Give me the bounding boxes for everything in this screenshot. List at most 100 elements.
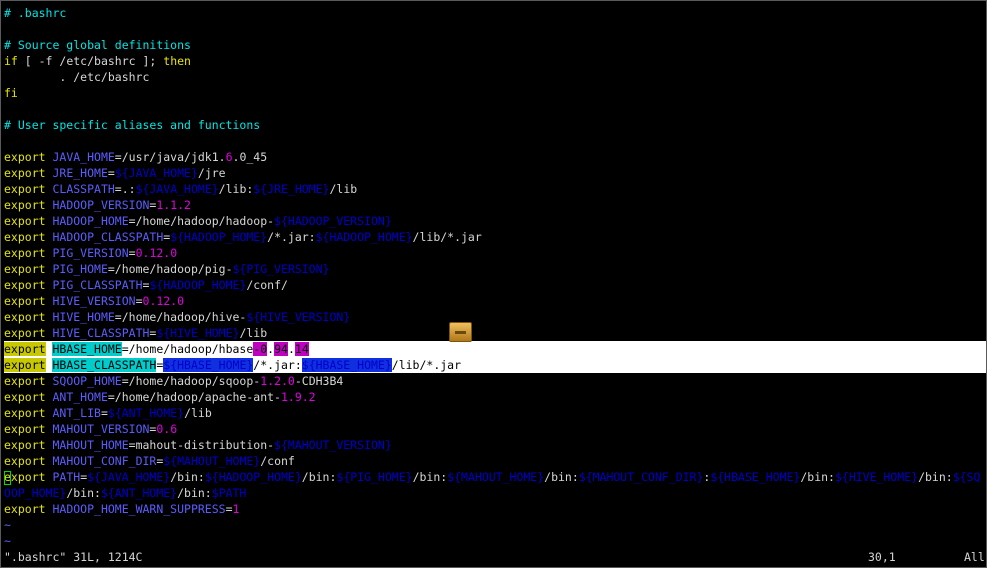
code-token-kw: export xyxy=(4,358,46,372)
code-line[interactable]: export JAVA_HOME=/usr/java/jdk1.6.0_45 xyxy=(4,149,986,165)
code-token-sym: =.: xyxy=(114,182,136,196)
code-line[interactable]: # Source global definitions xyxy=(4,37,986,53)
code-line[interactable]: . /etc/bashrc xyxy=(4,69,986,85)
code-token-kw: export xyxy=(4,198,46,212)
code-token-num: 1.9.2 xyxy=(280,390,316,404)
code-token-sym: =/home/hadoop/apache-ant- xyxy=(107,390,281,404)
code-token-id: MAHOUT_HOME xyxy=(52,438,129,452)
code-line[interactable]: export HIVE_HOME=/home/hadoop/hive-${HIV… xyxy=(4,309,986,325)
highlighted-code-line[interactable]: export HBASE_HOME=/home/hadoop/hbase-0.9… xyxy=(4,341,986,357)
code-token-id: HIVE_HOME xyxy=(52,310,115,324)
code-token-var: ${ANT_HOME} xyxy=(107,406,185,420)
code-line[interactable]: export MAHOUT_CONF_DIR=${MAHOUT_HOME}/co… xyxy=(4,453,986,469)
code-token-var: ${SQ xyxy=(952,470,981,484)
code-token-sym: = xyxy=(100,406,108,420)
code-token-var: ${PIG_VERSION} xyxy=(232,262,330,276)
code-token-kw: export xyxy=(4,214,46,228)
code-token-sym: . /etc/bashrc xyxy=(4,70,150,84)
code-token-sym: =/home/hadoop/sqoop- xyxy=(121,374,261,388)
code-line[interactable]: export SQOOP_HOME=/home/hadoop/sqoop-1.2… xyxy=(4,373,986,389)
code-token-kw: export xyxy=(4,310,46,324)
code-token-kw: then xyxy=(163,54,191,68)
code-line[interactable]: export HIVE_VERSION=0.12.0 xyxy=(4,293,986,309)
code-line[interactable] xyxy=(4,21,986,37)
code-token-sym: =/home/hadoop/hive- xyxy=(114,310,247,324)
tooltip-icon xyxy=(449,322,472,342)
editor-buffer[interactable]: # .bashrc # Source global definitions if [… xyxy=(4,5,986,549)
code-line[interactable]: export PIG_HOME=/home/hadoop/pig-${PIG_V… xyxy=(4,261,986,277)
code-token-sym: = xyxy=(128,246,136,260)
code-token-var: ${HBASE_HOME} xyxy=(301,358,392,372)
code-token-sym: =/home/hadoop/hbase xyxy=(121,342,254,356)
code-token-var: ${ANT_HOME} xyxy=(100,486,178,500)
code-token-sym: /lib xyxy=(239,326,268,340)
code-token-id: HBASE_HOME xyxy=(52,342,122,356)
code-token-kw: export xyxy=(4,438,46,452)
code-token-sym: . xyxy=(287,342,295,356)
code-token-sym: /lib xyxy=(184,406,212,420)
code-line[interactable]: export PATH=${JAVA_HOME}/bin:${HADOOP_HO… xyxy=(4,469,986,485)
code-token-var: ${HIVE_HOME} xyxy=(834,470,919,484)
code-line[interactable]: export HADOOP_HOME_WARN_SUPPRESS=1 xyxy=(4,501,986,517)
code-token-id: HIVE_CLASSPATH xyxy=(52,326,150,340)
code-token-sym: =/home/hadoop/hadoop- xyxy=(128,214,275,228)
code-token-kw: export xyxy=(4,454,46,468)
code-token-sym: /bin: xyxy=(177,486,212,500)
code-token-sym: .0_45 xyxy=(232,150,268,164)
highlighted-code-line[interactable]: export HBASE_CLASSPATH=${HBASE_HOME}/*.j… xyxy=(4,357,986,373)
code-token-sym: /lib xyxy=(329,182,358,196)
code-token-var: ${MAHOUT_HOME} xyxy=(447,470,545,484)
code-token-comment: # .bashrc xyxy=(4,6,67,20)
code-token-var: ${HADOOP_VERSION} xyxy=(274,214,392,228)
code-token-num: 94 xyxy=(274,342,288,356)
code-line[interactable]: export JRE_HOME=${JAVA_HOME}/jre xyxy=(4,165,986,181)
code-line[interactable]: export PIG_CLASSPATH=${HADOOP_HOME}/conf… xyxy=(4,277,986,293)
code-line[interactable]: OOP_HOME}/bin:${ANT_HOME}/bin:$PATH xyxy=(4,485,986,501)
code-token-num: -0 xyxy=(253,342,268,356)
code-token-kw: export xyxy=(4,150,46,164)
code-line[interactable]: ~ xyxy=(4,517,986,533)
code-token-sym: /*.jar: xyxy=(253,358,302,372)
code-token-var: ${HADOOP_HOME} xyxy=(149,278,247,292)
code-token-id: PATH xyxy=(52,470,81,484)
code-token-id: ANT_HOME xyxy=(52,390,108,404)
code-line[interactable]: if [ -f /etc/bashrc ]; then xyxy=(4,53,986,69)
code-token-id: JRE_HOME xyxy=(52,166,108,180)
code-line[interactable]: export MAHOUT_VERSION=0.6 xyxy=(4,421,986,437)
code-line[interactable] xyxy=(4,133,986,149)
code-line[interactable]: export PIG_VERSION=0.12.0 xyxy=(4,245,986,261)
code-line[interactable]: export ANT_HOME=/home/hadoop/apache-ant-… xyxy=(4,389,986,405)
code-token-sym: /bin: xyxy=(918,470,953,484)
code-line[interactable]: # User specific aliases and functions xyxy=(4,117,986,133)
code-token-kw: export xyxy=(4,278,46,292)
code-line[interactable]: export MAHOUT_HOME=mahout-distribution-$… xyxy=(4,437,986,453)
code-token-id: HIVE_VERSION xyxy=(52,294,136,308)
code-token-sym: /bin: xyxy=(66,486,101,500)
code-line[interactable]: export CLASSPATH=.:${JAVA_HOME}/lib:${JR… xyxy=(4,181,986,197)
code-line[interactable]: export HIVE_CLASSPATH=${HIVE_HOME}/lib xyxy=(4,325,986,341)
code-line[interactable]: fi xyxy=(4,85,986,101)
code-token-kw: export xyxy=(4,502,46,516)
code-token-kw: export xyxy=(4,406,46,420)
code-token-sym: [ -f /etc/bashrc ]; xyxy=(17,54,164,68)
code-token-num: 1 xyxy=(232,502,240,516)
code-token-kw: export xyxy=(4,390,46,404)
code-token-var: ${JAVA_HOME} xyxy=(87,470,171,484)
code-token-var: ${HIVE_HOME} xyxy=(156,326,240,340)
code-line[interactable]: export HADOOP_HOME=/home/hadoop/hadoop-$… xyxy=(4,213,986,229)
status-scroll-indicator: All xyxy=(964,550,985,564)
code-line[interactable]: export HADOOP_VERSION=1.1.2 xyxy=(4,197,986,213)
code-token-id: PIG_CLASSPATH xyxy=(52,278,143,292)
code-token-kw: export xyxy=(4,294,46,308)
code-line[interactable]: export ANT_LIB=${ANT_HOME}/lib xyxy=(4,405,986,421)
code-token-kw: fi xyxy=(4,86,18,100)
code-line[interactable] xyxy=(4,101,986,117)
code-token-sym: /conf/ xyxy=(246,278,288,292)
code-line[interactable]: ~ xyxy=(4,533,986,549)
terminal-window[interactable]: # .bashrc # Source global definitions if [… xyxy=(0,0,987,568)
code-token-sym: =/home/hadoop/pig- xyxy=(107,262,233,276)
code-token-tilde: ~ xyxy=(4,518,11,532)
code-line[interactable]: export HADOOP_CLASSPATH=${HADOOP_HOME}/*… xyxy=(4,229,986,245)
code-line[interactable]: # .bashrc xyxy=(4,5,986,21)
code-token-sym: = xyxy=(107,166,115,180)
